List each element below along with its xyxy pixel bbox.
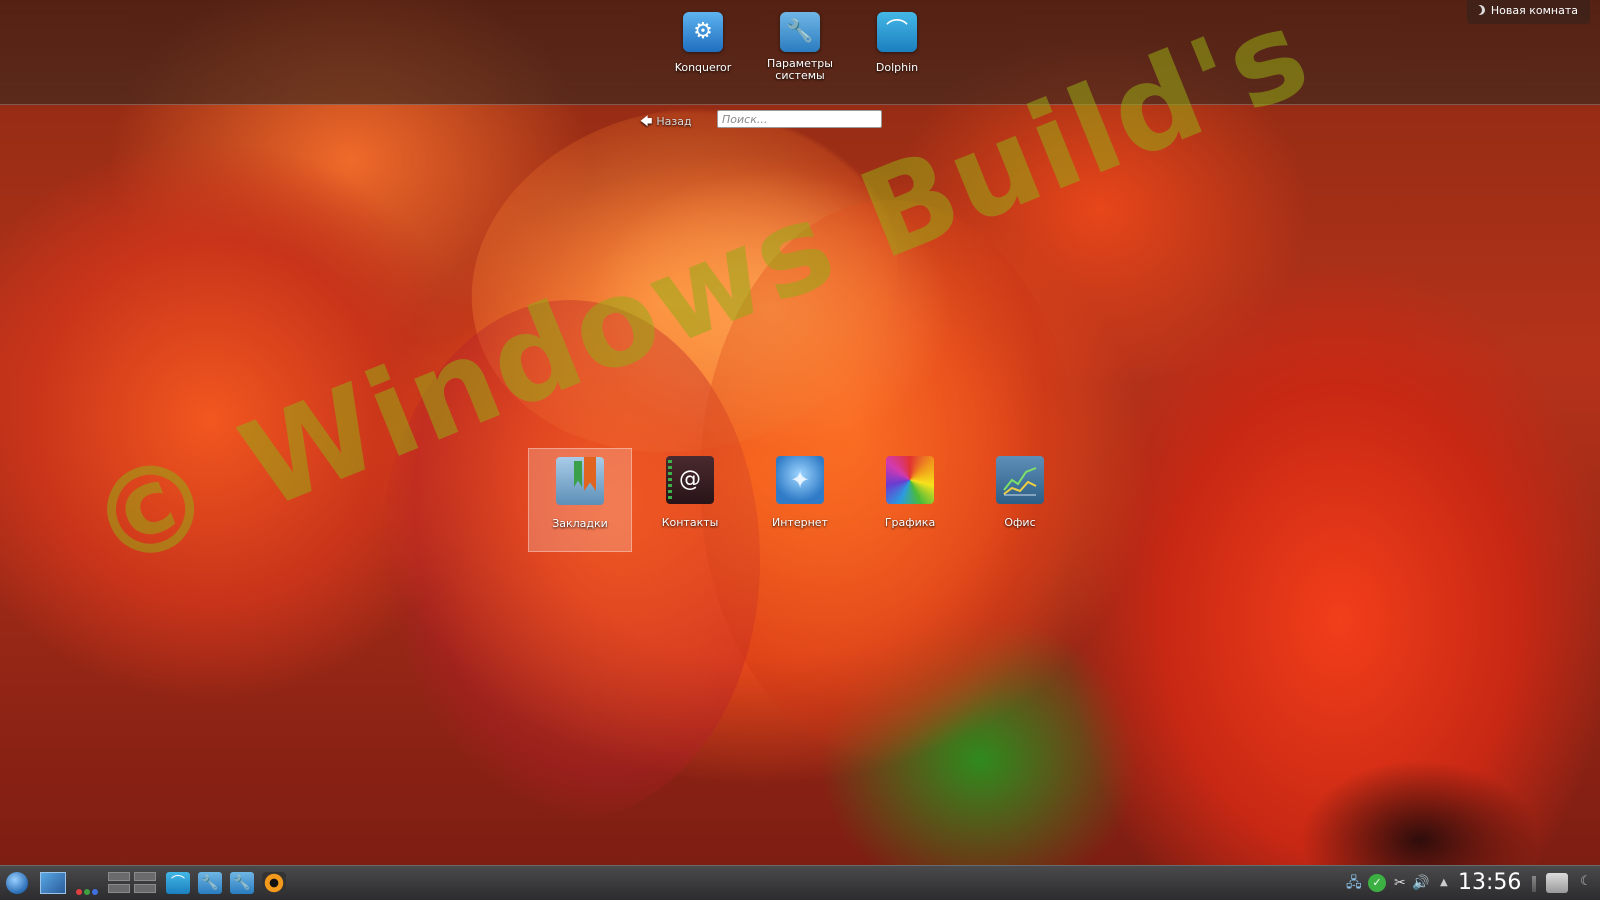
dolphin-icon: ⌒ <box>877 12 917 52</box>
internet-icon: ✦ <box>776 456 824 504</box>
back-label: Назад <box>656 115 692 128</box>
taskbar: ⌒ 🔧 🔧 🖧 ✓ ✂ 🔊 ▲ 13:56 ☾ <box>0 865 1600 900</box>
category-label: Офис <box>1004 516 1036 529</box>
camera-icon[interactable] <box>262 872 286 894</box>
category-label: Контакты <box>661 516 719 529</box>
network-icon[interactable]: 🖧 <box>1346 872 1362 894</box>
updates-ok-icon[interactable]: ✓ <box>1368 874 1386 892</box>
favorite-konqueror[interactable]: ⚙ Konqueror <box>648 12 758 74</box>
favorites-bar: ⚙ Konqueror 🔧 Параметры системы ⌒ Dolphi… <box>0 0 1600 105</box>
category-internet[interactable]: ✦ Интернет <box>748 448 852 552</box>
category-bookmarks[interactable]: Закладки <box>528 448 632 552</box>
contacts-icon: @ <box>666 456 714 504</box>
favorite-system-settings[interactable]: 🔧 Параметры системы <box>745 12 855 82</box>
favorite-dolphin[interactable]: ⌒ Dolphin <box>842 12 952 74</box>
system-settings-icon: 🔧 <box>780 12 820 52</box>
favorite-label: Dolphin <box>875 61 919 74</box>
activity-manager-icon[interactable]: ☾ <box>1580 874 1592 889</box>
favorite-label: Параметры системы <box>767 57 833 82</box>
category-graphics[interactable]: Графика <box>858 448 962 552</box>
konqueror-icon: ⚙ <box>683 12 723 52</box>
kwallet-icon[interactable] <box>1546 873 1568 893</box>
volume-icon[interactable]: 🔊 <box>1412 872 1429 894</box>
bookmarks-icon <box>556 457 604 505</box>
activity-label: Новая комната <box>1490 4 1578 17</box>
activity-icon <box>1475 5 1485 15</box>
category-label: Графика <box>884 516 936 529</box>
clock[interactable]: 13:56 <box>1458 869 1521 897</box>
back-arrow-icon: 🡄 <box>640 114 653 128</box>
favorite-label: Konqueror <box>674 61 732 74</box>
category-office[interactable]: Офис <box>968 448 1072 552</box>
office-icon <box>996 456 1044 504</box>
show-desktop-icon[interactable] <box>40 872 66 894</box>
search-input[interactable] <box>717 110 882 128</box>
dolphin-icon[interactable]: ⌒ <box>166 872 190 894</box>
system-settings-icon[interactable]: 🔧 <box>198 872 222 894</box>
system-settings-icon[interactable]: 🔧 <box>230 872 254 894</box>
expand-tray-icon[interactable]: ▲ <box>1440 872 1448 894</box>
activity-button[interactable]: Новая комната <box>1466 0 1590 24</box>
category-label: Закладки <box>552 517 608 530</box>
battery-icon[interactable] <box>1532 876 1536 892</box>
kickoff-icon[interactable] <box>6 872 28 894</box>
graphics-icon <box>886 456 934 504</box>
activities-icon[interactable] <box>76 880 100 895</box>
category-contacts[interactable]: @ Контакты <box>638 448 742 552</box>
clipboard-icon[interactable]: ✂ <box>1394 872 1406 894</box>
back-button[interactable]: 🡄 Назад <box>640 112 692 133</box>
category-label: Интернет <box>772 516 828 529</box>
pager-icon[interactable] <box>108 872 158 894</box>
